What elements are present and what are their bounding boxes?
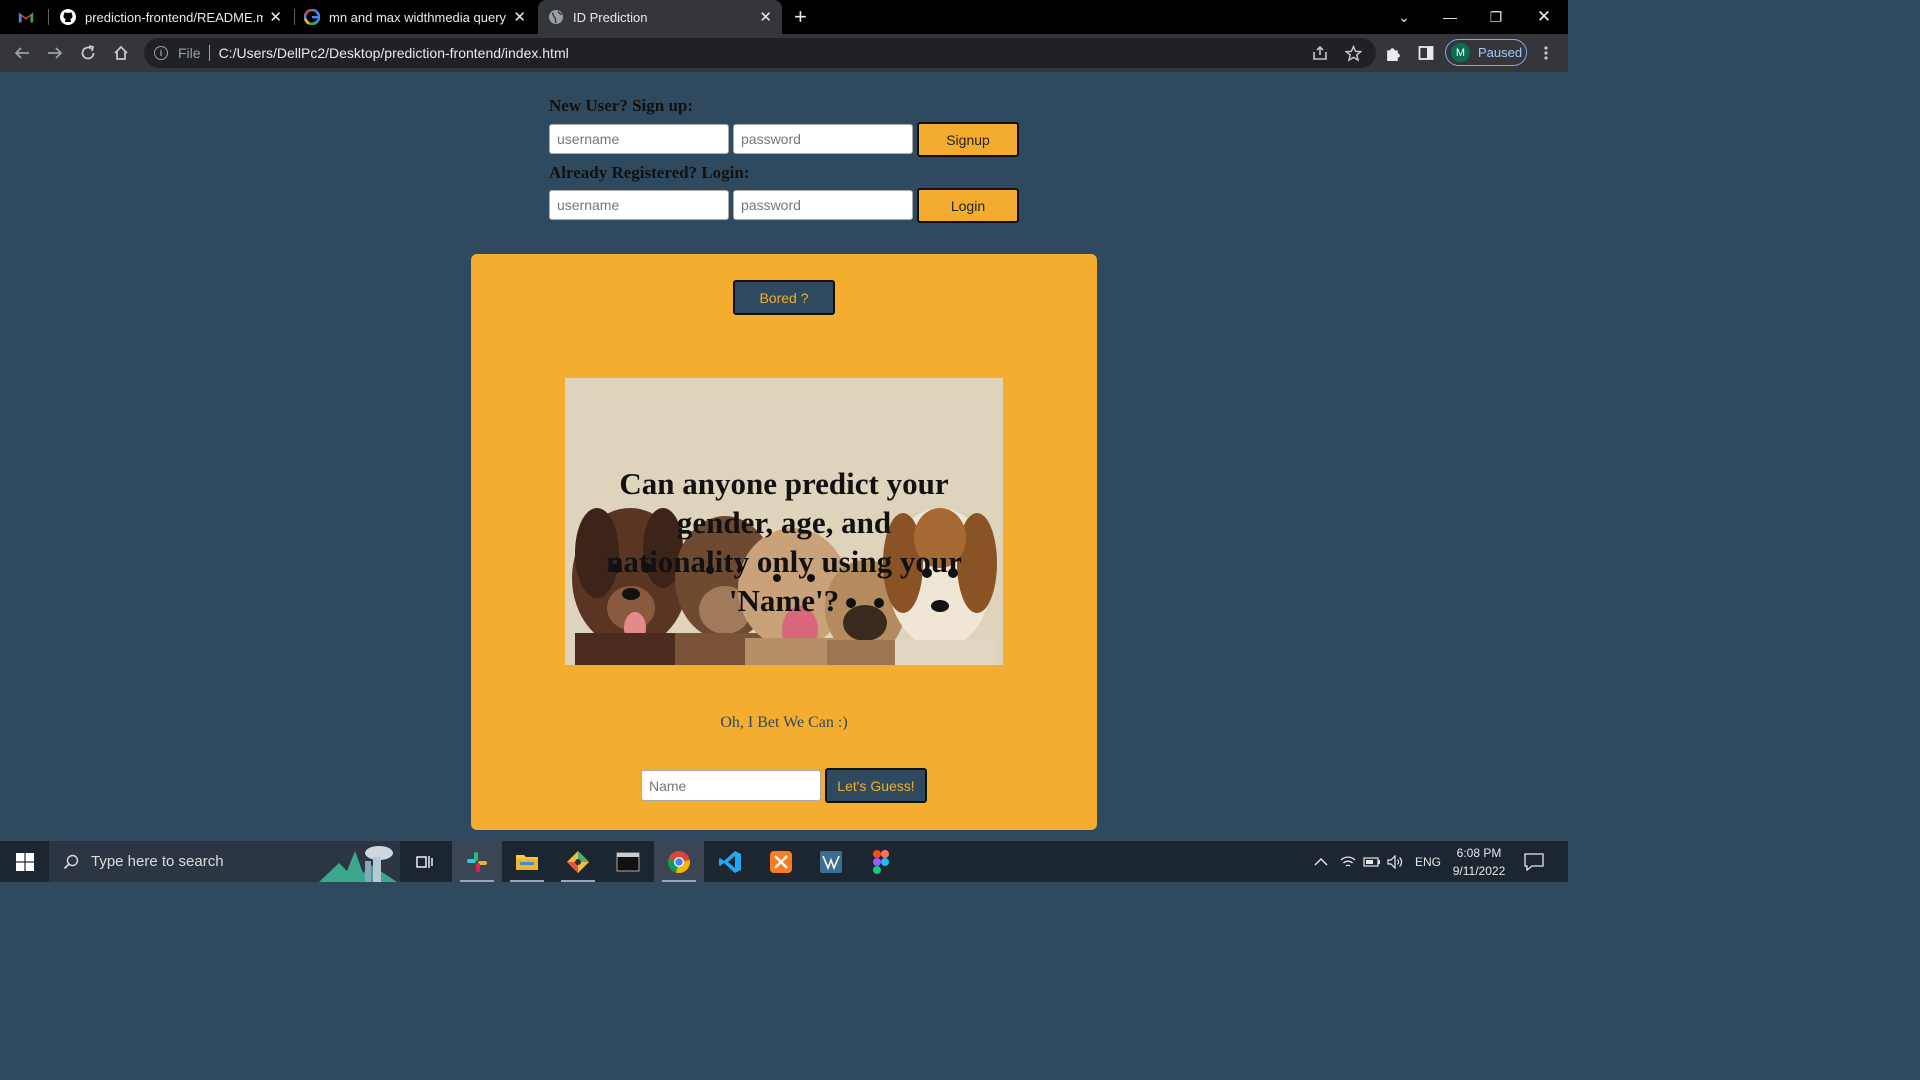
wifi-icon[interactable] [1340, 841, 1356, 882]
url-text[interactable]: C:/Users/DellPc2/Desktop/prediction-fron… [219, 45, 569, 61]
tab-separator [48, 9, 49, 25]
site-info-icon[interactable]: i [154, 46, 168, 60]
page-content: New User? Sign up: Signup Already Regist… [0, 72, 1568, 841]
name-input[interactable] [641, 770, 821, 801]
slack-icon[interactable] [452, 841, 502, 882]
taskbar-search-box[interactable]: Type here to search [49, 841, 400, 882]
task-view-icon[interactable] [400, 841, 450, 882]
show-hidden-icons-chevron-icon[interactable] [1314, 841, 1328, 882]
address-bar[interactable]: i File C:/Users/DellPc2/Desktop/predicti… [144, 38, 1376, 68]
start-button[interactable] [0, 841, 49, 882]
share-icon[interactable] [1309, 42, 1331, 64]
close-tab-icon[interactable]: ✕ [759, 8, 772, 26]
side-panel-icon[interactable] [1415, 42, 1437, 64]
xampp-icon[interactable] [756, 841, 806, 882]
login-username-input[interactable] [549, 190, 729, 220]
scheme-label: File [178, 45, 201, 61]
bookmark-star-icon[interactable] [1342, 42, 1364, 64]
clock-date: 9/11/2022 [1452, 864, 1506, 878]
running-indicator [460, 880, 494, 882]
clock[interactable]: 6:08 PM 9/11/2022 [1442, 844, 1516, 880]
avatar: M [1451, 43, 1470, 62]
extensions-puzzle-icon[interactable] [1382, 42, 1404, 64]
more-menu-icon[interactable] [1535, 42, 1557, 64]
figma-icon[interactable] [856, 841, 906, 882]
new-tab-button[interactable]: + [794, 0, 814, 34]
github-icon [60, 9, 76, 25]
restore-button[interactable]: ❐ [1473, 0, 1519, 34]
profile-status: Paused [1478, 45, 1523, 60]
vscode-icon[interactable] [705, 841, 755, 882]
volume-icon[interactable] [1387, 841, 1403, 882]
search-placeholder: Type here to search [91, 853, 224, 870]
close-window-button[interactable]: ✕ [1521, 0, 1567, 34]
tab-title: mn and max widthmedia query - [329, 9, 507, 25]
signup-username-input[interactable] [549, 124, 729, 154]
bored-button[interactable]: Bored ? [733, 280, 835, 315]
search-highlight-icon [319, 843, 397, 882]
back-arrow-icon[interactable] [11, 42, 33, 64]
terminal-icon[interactable] [603, 841, 653, 882]
gmail-icon [18, 9, 34, 25]
profile-button[interactable]: M Paused [1445, 39, 1527, 66]
signup-button[interactable]: Signup [917, 122, 1019, 157]
reload-icon[interactable] [77, 42, 99, 64]
tab-separator [294, 9, 295, 25]
running-indicator [662, 880, 696, 882]
tagline: Oh, I Bet We Can :) [720, 714, 848, 731]
tab-id-prediction[interactable]: ID Prediction ✕ [538, 0, 782, 34]
google-icon [304, 9, 320, 25]
minimize-button[interactable]: — [1427, 0, 1473, 34]
close-tab-icon[interactable]: ✕ [269, 8, 282, 26]
git-kraken-icon[interactable] [553, 841, 603, 882]
windows-taskbar: Type here to search ENG 6:08 PM 9/11/202… [0, 841, 1568, 882]
tab-media-query[interactable]: mn and max widthmedia query - ✕ [304, 0, 536, 34]
hero-headline: Can anyone predict your gender, age, and… [606, 466, 962, 618]
login-heading: Already Registered? Login: [549, 163, 750, 182]
tab-readme[interactable]: prediction-frontend/README.md ✕ [60, 0, 292, 34]
signup-heading: New User? Sign up: [549, 96, 694, 115]
signup-password-input[interactable] [733, 124, 913, 154]
windows-logo-icon [15, 852, 34, 871]
login-button[interactable]: Login [917, 188, 1019, 223]
tab-title: prediction-frontend/README.md [85, 9, 263, 25]
notification-center-icon[interactable] [1524, 841, 1544, 882]
login-password-input[interactable] [733, 190, 913, 220]
home-icon[interactable] [110, 42, 132, 64]
battery-icon[interactable] [1363, 841, 1381, 882]
hero-image: Can anyone predict your gender, age, and… [565, 378, 1003, 665]
chrome-icon[interactable] [654, 841, 704, 882]
tab-title: ID Prediction [573, 9, 648, 25]
tab-strip: prediction-frontend/README.md ✕ mn and m… [0, 0, 1568, 34]
search-icon [63, 854, 79, 870]
browser-toolbar: i File C:/Users/DellPc2/Desktop/predicti… [0, 34, 1568, 72]
language-indicator[interactable]: ENG [1415, 841, 1441, 882]
clock-time: 6:08 PM [1456, 846, 1502, 860]
mysql-workbench-icon[interactable] [806, 841, 856, 882]
tab-search-chevron-icon[interactable]: ⌄ [1381, 0, 1427, 34]
running-indicator [510, 880, 544, 882]
guess-button[interactable]: Let's Guess! [825, 768, 927, 803]
gmail-tab[interactable] [18, 0, 40, 34]
file-explorer-icon[interactable] [502, 841, 552, 882]
address-divider [208, 45, 210, 61]
prediction-card: Bored ? Can anyone predict your gender, … [471, 254, 1097, 830]
close-tab-icon[interactable]: ✕ [513, 8, 526, 26]
globe-icon [548, 9, 564, 25]
forward-arrow-icon[interactable] [44, 42, 66, 64]
plus-icon: + [794, 4, 807, 29]
running-indicator [561, 880, 595, 882]
